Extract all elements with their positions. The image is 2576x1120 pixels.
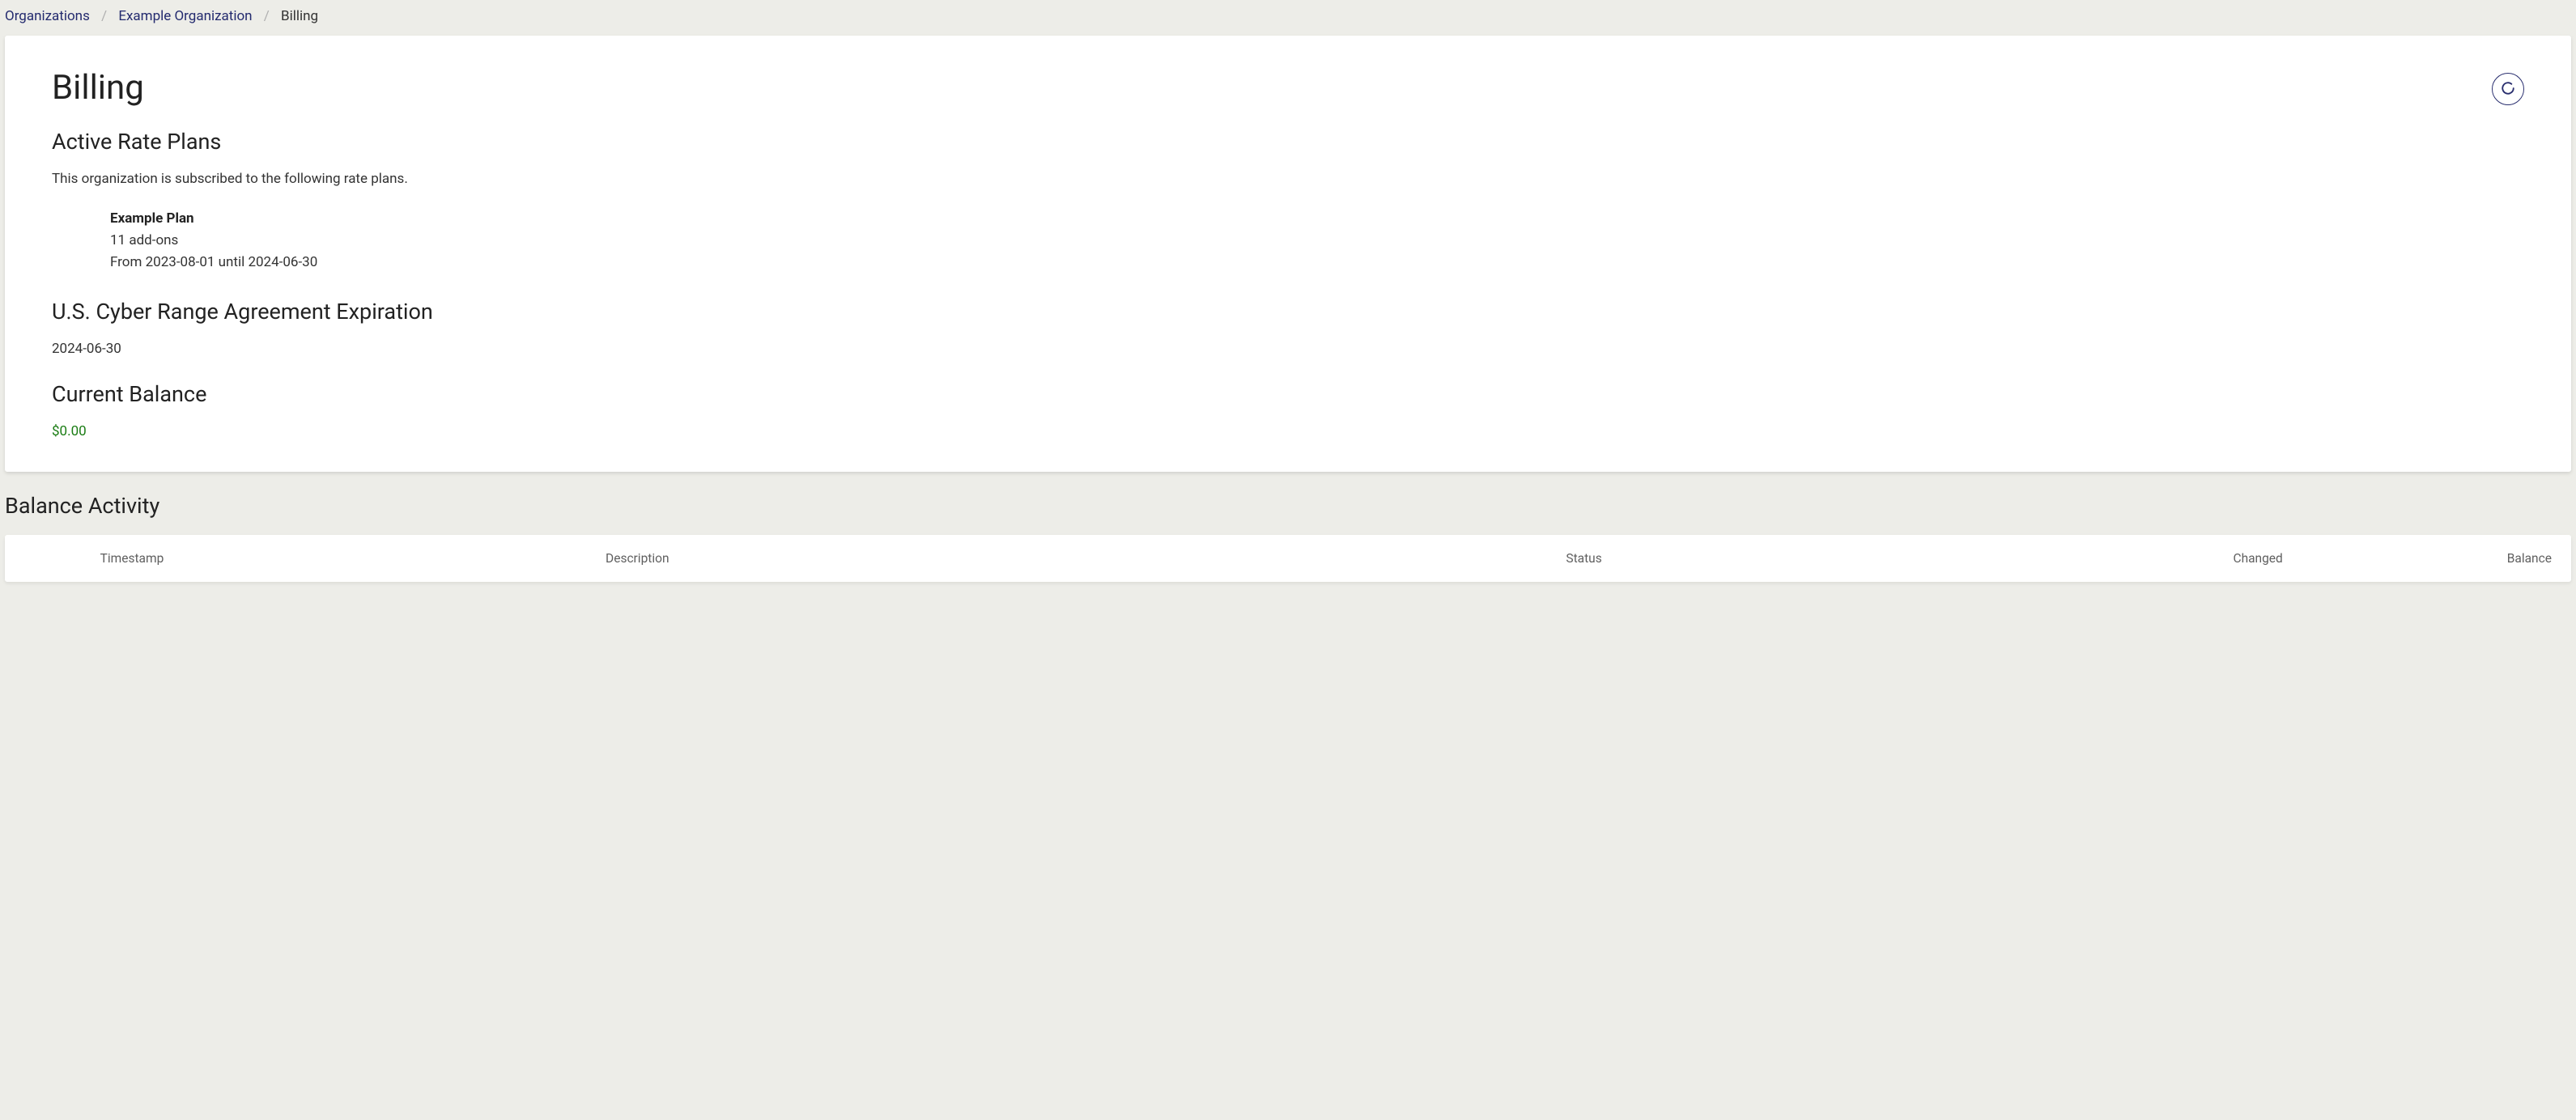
balance-activity-heading: Balance Activity (5, 493, 2571, 519)
breadcrumb-org-link[interactable]: Example Organization (118, 8, 252, 24)
table-col-balance: Balance (2299, 551, 2552, 566)
balance-activity-table: Timestamp Description Status Changed Bal… (5, 535, 2571, 582)
active-rate-plans-subtext: This organization is subscribed to the f… (52, 171, 2524, 187)
table-col-changed: Changed (1996, 551, 2299, 566)
table-header-row: Timestamp Description Status Changed Bal… (5, 535, 2571, 582)
breadcrumb-organizations-link[interactable]: Organizations (5, 8, 90, 24)
agreement-expiration-heading: U.S. Cyber Range Agreement Expiration (52, 299, 2524, 325)
refresh-button[interactable] (2492, 73, 2524, 105)
breadcrumb-separator: / (101, 8, 107, 24)
breadcrumb-current: Billing (281, 8, 318, 24)
rate-plan-name: Example Plan (110, 208, 2524, 230)
table-col-timestamp: Timestamp (100, 551, 606, 566)
breadcrumb-separator: / (264, 8, 270, 24)
breadcrumb: Organizations / Example Organization / B… (0, 0, 2576, 36)
page-title: Billing (52, 68, 144, 108)
table-col-status: Status (1566, 551, 1996, 566)
rate-plan-addons: 11 add-ons (110, 230, 2524, 252)
active-rate-plans-heading: Active Rate Plans (52, 129, 2524, 155)
rate-plan-period: From 2023-08-01 until 2024-06-30 (110, 252, 2524, 274)
billing-card: Billing Active Rate Plans This organizat… (5, 36, 2571, 472)
refresh-icon (2501, 81, 2515, 98)
current-balance-heading: Current Balance (52, 381, 2524, 407)
agreement-expiration-date: 2024-06-30 (52, 341, 2524, 357)
table-col-description: Description (606, 551, 1566, 566)
table-col-expand (24, 551, 100, 566)
rate-plan-item: Example Plan 11 add-ons From 2023-08-01 … (110, 208, 2524, 274)
current-balance-value: $0.00 (52, 423, 2524, 439)
